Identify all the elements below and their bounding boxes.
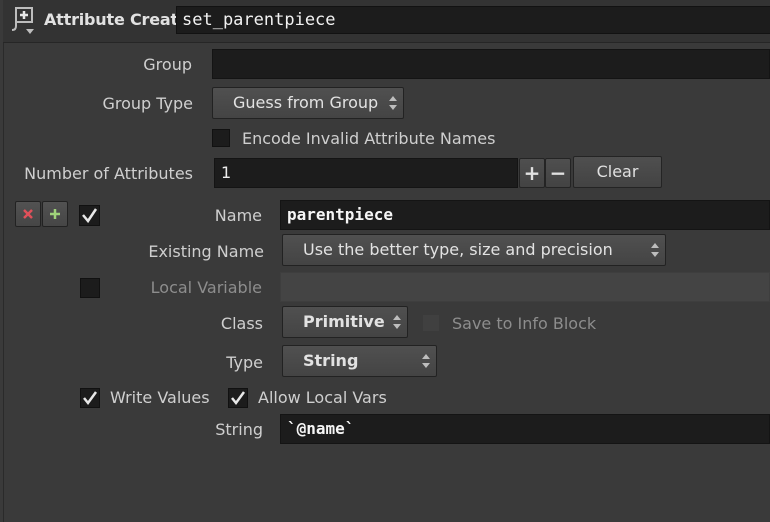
string-label: String [215, 420, 263, 439]
class-value: Primitive [303, 312, 385, 331]
local-variable-field[interactable] [280, 272, 770, 302]
remove-multiparm-icon [23, 209, 33, 219]
group-label: Group [143, 55, 192, 74]
encode-invalid-checkbox[interactable] [212, 129, 230, 147]
group-field[interactable] [212, 49, 770, 79]
add-attribute-button[interactable]: + [519, 158, 545, 188]
name-label: Name [214, 206, 262, 225]
encode-invalid-label: Encode Invalid Attribute Names [242, 129, 496, 148]
write-values-checkbox[interactable] [80, 388, 100, 408]
node-type-label: Attribute Create [44, 10, 189, 29]
add-multiparm-button[interactable] [42, 201, 68, 227]
allow-local-vars-checkbox[interactable] [228, 388, 248, 408]
group-type-label: Group Type [102, 94, 193, 113]
dropdown-arrows-icon [650, 235, 660, 265]
local-variable-label: Local Variable [150, 278, 262, 297]
class-label: Class [220, 314, 263, 333]
dropdown-arrows-icon [421, 346, 431, 376]
clear-button[interactable]: Clear [573, 156, 662, 188]
type-label: Type [226, 353, 263, 372]
existing-name-label: Existing Name [148, 242, 264, 261]
checkmark-icon [82, 208, 98, 224]
allow-local-vars-label: Allow Local Vars [258, 388, 387, 407]
num-attributes-field[interactable]: 1 [214, 158, 518, 188]
dropdown-arrows-icon [388, 88, 398, 118]
type-value: String [303, 351, 359, 370]
group-type-value: Guess from Group [233, 93, 379, 112]
class-dropdown[interactable]: Primitive [282, 306, 408, 338]
save-info-checkbox[interactable] [422, 314, 440, 332]
string-field[interactable]: `@name` [280, 414, 770, 444]
existing-name-value: Use the better type, size and precision [303, 240, 613, 259]
checkmark-icon [231, 391, 246, 406]
attribute-enable-checkbox[interactable] [79, 205, 100, 226]
num-attributes-label: Number of Attributes [24, 164, 193, 183]
type-dropdown[interactable]: String [282, 345, 437, 377]
remove-attribute-button[interactable]: − [545, 158, 571, 188]
write-values-label: Write Values [110, 388, 210, 407]
checkmark-icon [83, 391, 98, 406]
save-info-label: Save to Info Block [452, 314, 597, 333]
group-type-dropdown[interactable]: Guess from Group [212, 87, 404, 119]
existing-name-dropdown[interactable]: Use the better type, size and precision [282, 234, 666, 266]
add-multiparm-icon [50, 209, 60, 219]
node-type-icon[interactable] [10, 6, 36, 36]
local-variable-checkbox[interactable] [80, 278, 100, 298]
dropdown-arrows-icon [392, 307, 402, 337]
name-field[interactable]: parentpiece [280, 200, 770, 230]
node-name-field[interactable]: set_parentpiece [176, 6, 770, 34]
remove-multiparm-button[interactable] [15, 201, 41, 227]
